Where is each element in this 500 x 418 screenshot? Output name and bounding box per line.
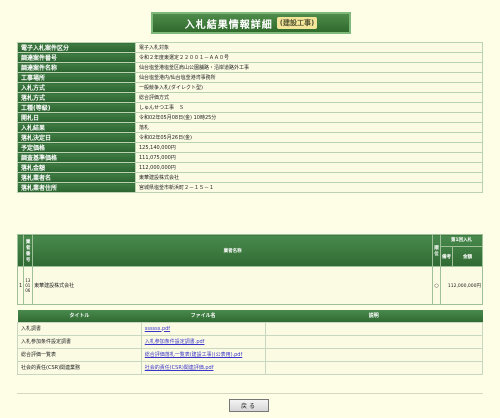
info-label: 落札業者名 (17, 172, 136, 183)
file-link[interactable]: 総合評価落札一覧表(建設工事)(公表用).pdf (145, 352, 243, 358)
file-row: 入札参加条件設定調書 入札参加条件設定調書.pdf (17, 334, 483, 349)
info-row: 工事場所 仙台塩釜港内/仙台塩釜港湾事務所 (17, 72, 483, 83)
info-value: しゅんせつ工事 Ｓ (135, 102, 483, 113)
bid-row-name: 東華建設株式会社 (32, 266, 434, 305)
file-title: 入札調書 (17, 321, 142, 336)
info-value: 111,075,000円 (135, 152, 483, 163)
info-label: 落札方式 (17, 92, 136, 103)
info-row: 落札決定日 令和02年05月26日(金) (17, 132, 483, 143)
file-desc (264, 347, 483, 362)
bid-row-code: 13 01 06 (23, 266, 34, 305)
info-label: 調達案件番号 (17, 52, 136, 63)
files-header-desc: 説明 (265, 310, 483, 322)
info-row: 入札結果 落札 (17, 122, 483, 133)
info-value: 令和02年05月08日(金) 10時25分 (135, 112, 483, 123)
bid-header-row: 業者番号 業者名称 順位 第1回入札 備考 金額 (16, 234, 483, 267)
info-label: 工種(等級) (17, 102, 136, 113)
file-row: 社会的責任(CSR)関連業務 社会的責任(CSR)関連評価.pdf (17, 360, 483, 375)
info-row: 電子入札案件区分 電子入札対象 (17, 42, 483, 53)
info-value: 仙台塩釜港内/仙台塩釜港湾事務所 (135, 72, 483, 83)
info-label: 電子入札案件区分 (17, 42, 136, 53)
file-cell: 社会的責任(CSR)関連評価.pdf (140, 360, 266, 375)
info-row: 開札日 令和02年05月08日(金) 10時25分 (17, 112, 483, 123)
page-title: 入札結果情報詳細 (建設工事) (151, 12, 351, 34)
bid-header-amount: 金額 (463, 254, 473, 260)
bid-header-no: 業者番号 (23, 234, 34, 267)
category-tag: (建設工事) (276, 17, 318, 29)
file-cell: ssssss.pdf (140, 321, 266, 336)
info-value: 電子入札対象 (135, 42, 483, 53)
bid-header-round-label: 第1回入札 (450, 238, 473, 243)
info-label: 工事場所 (17, 72, 136, 83)
info-row: 落札業者住所 宮城県塩釜市新浜町２－１５－１ (17, 182, 483, 193)
files-header-file: ファイル名 (141, 310, 265, 322)
file-desc (264, 360, 483, 375)
info-row: 調査基準価格 111,075,000円 (17, 152, 483, 163)
info-value: 125,140,000円 (135, 142, 483, 153)
files-header-row: タイトル ファイル名 説明 (17, 310, 483, 322)
file-title: 社会的責任(CSR)関連業務 (17, 360, 142, 375)
file-title: 入札参加条件設定調書 (17, 334, 142, 349)
info-label: 調査基準価格 (17, 152, 136, 163)
info-value: 仙台塩釜港塩釜区肩山公園舗路・沿岸道路外工事 (135, 62, 483, 73)
info-label: 落札決定日 (17, 132, 136, 143)
info-row: 落札業者名 東華建設株式会社 (17, 172, 483, 183)
file-link[interactable]: 入札参加条件設定調書.pdf (145, 339, 205, 345)
info-row: 入札方式 一般競争入札(ダイレクト型) (17, 82, 483, 93)
files-header-title: タイトル (17, 310, 142, 322)
info-value: 一般競争入札(ダイレクト型) (135, 82, 483, 93)
info-value: 令和02年05月26日(金) (135, 132, 483, 143)
bid-header-note: 備考 (441, 247, 454, 266)
info-row: 落札金額 112,000,000円 (17, 162, 483, 173)
info-label: 開札日 (17, 112, 136, 123)
file-row: 入札調書 ssssss.pdf (17, 321, 483, 336)
info-row: 調達案件番号 令和２年度東選定２２００１－ＡＡ０号 (17, 52, 483, 63)
info-value: 総合評価方式 (135, 92, 483, 103)
info-label: 調達案件名称 (17, 62, 136, 73)
info-value: 落札 (135, 122, 483, 133)
info-value: 宮城県塩釜市新浜町２－１５－１ (135, 182, 483, 193)
info-table: 電子入札案件区分 電子入札対象 調達案件番号 令和２年度東選定２２００１－ＡＡ０号 調達… (17, 42, 483, 193)
info-label: 落札業者住所 (17, 182, 136, 193)
bid-row-amount: 112,000,000円 (440, 266, 483, 305)
file-cell: 総合評価落札一覧表(建設工事)(公表用).pdf (140, 347, 266, 362)
files-table: タイトル ファイル名 説明 入札調書 ssssss.pdf 入札参加条件設定調書 入札… (17, 310, 483, 375)
bid-header-name: 業者名称 (32, 234, 434, 267)
info-value: 112,000,000円 (135, 162, 483, 173)
file-desc (264, 321, 483, 336)
file-row: 総合評価一覧表 総合評価落札一覧表(建設工事)(公表用).pdf (17, 347, 483, 362)
info-value: 令和２年度東選定２２００１－ＡＡ０号 (135, 52, 483, 63)
bid-table: 業者番号 業者名称 順位 第1回入札 備考 金額 1 13 01 06 東華建設… (16, 234, 483, 305)
file-desc (264, 334, 483, 349)
file-title: 総合評価一覧表 (17, 347, 142, 362)
info-label: 予定価格 (17, 142, 136, 153)
info-row: 予定価格 125,140,000円 (17, 142, 483, 153)
info-row: 工種(等級) しゅんせつ工事 Ｓ (17, 102, 483, 113)
info-label: 入札方式 (17, 82, 136, 93)
back-button[interactable]: 戻る (229, 399, 269, 412)
file-cell: 入札参加条件設定調書.pdf (140, 334, 266, 349)
page-title-text: 入札結果情報詳細 (184, 19, 273, 31)
file-link[interactable]: ssssss.pdf (145, 326, 170, 332)
info-row: 調達案件名称 仙台塩釜港塩釜区肩山公園舗路・沿岸道路外工事 (17, 62, 483, 73)
divider (17, 393, 483, 394)
bid-row-mark: ○ (432, 266, 442, 305)
info-row: 落札方式 総合評価方式 (17, 92, 483, 103)
info-label: 入札結果 (17, 122, 136, 133)
bid-header-round: 第1回入札 備考 金額 (440, 234, 483, 267)
bid-header-rank: 順位 (432, 234, 442, 267)
bid-row: 1 13 01 06 東華建設株式会社 ○ 112,000,000円 (16, 266, 483, 305)
info-label: 落札金額 (17, 162, 136, 173)
file-link[interactable]: 社会的責任(CSR)関連評価.pdf (145, 365, 214, 371)
info-value: 東華建設株式会社 (135, 172, 483, 183)
